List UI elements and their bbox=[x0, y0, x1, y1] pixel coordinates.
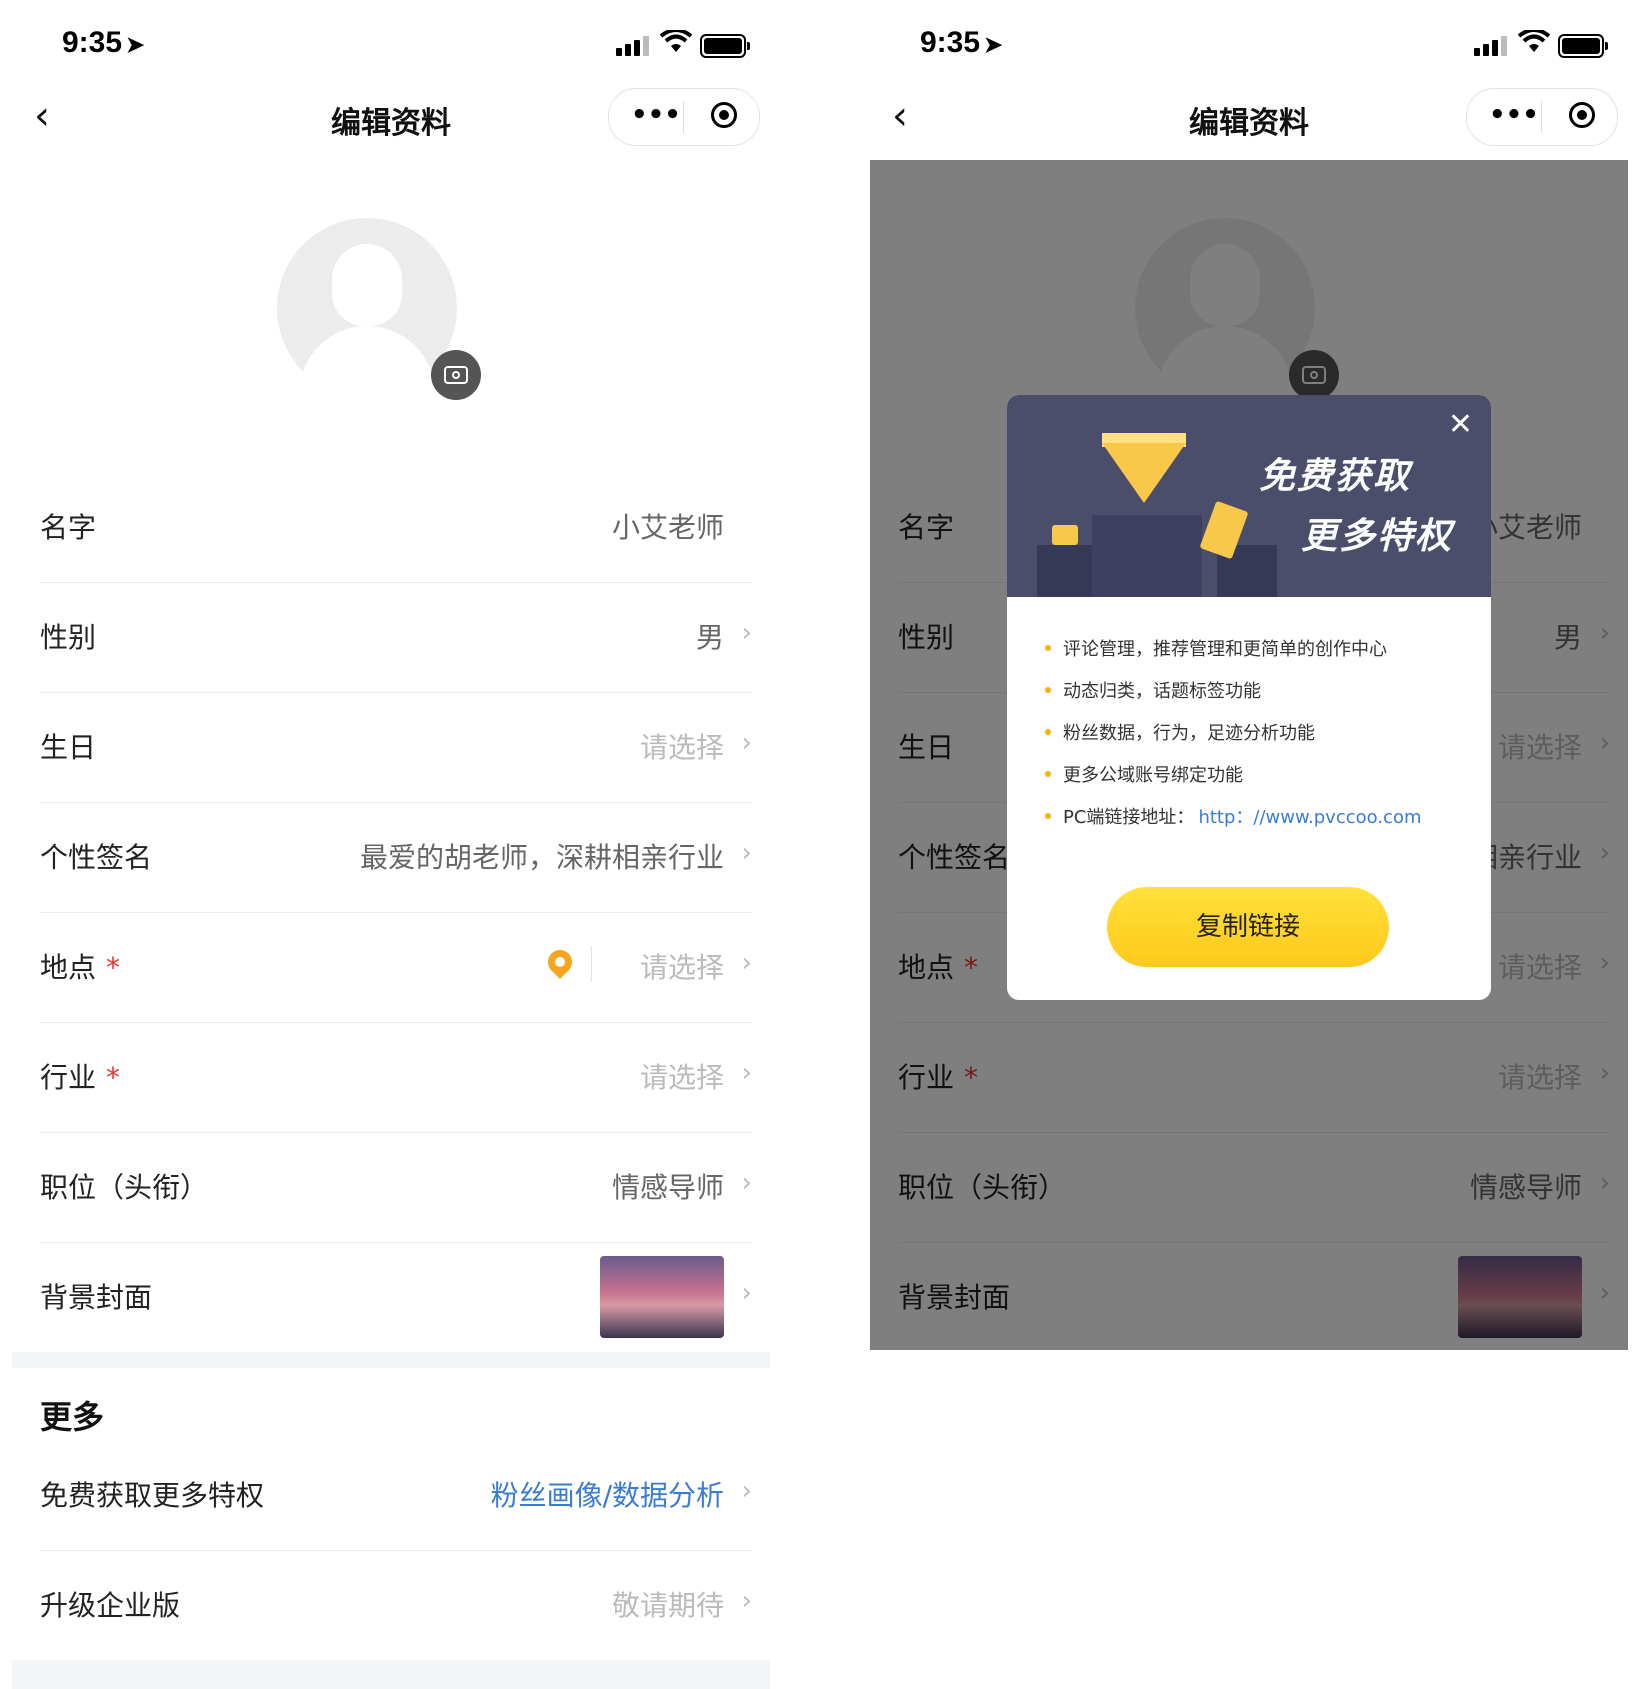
chevron-right-icon: › bbox=[741, 1168, 752, 1198]
section-divider bbox=[12, 1352, 770, 1368]
more-dots-icon[interactable]: ••• bbox=[631, 102, 681, 128]
battery-icon bbox=[700, 34, 750, 58]
chevron-right-icon: › bbox=[741, 728, 752, 758]
mini-program-capsule: ••• bbox=[608, 88, 760, 146]
row-value: 男 bbox=[695, 621, 724, 654]
privilege-modal: 免费获取 更多特权 ✕ 评论管理，推荐管理和更简单的创作中心 动态归类，话题标签… bbox=[1007, 395, 1491, 1000]
row-value: 最爱的胡老师，深耕相亲行业 bbox=[359, 841, 724, 874]
row-signature[interactable]: 个性签名 最爱的胡老师，深耕相亲行业 › bbox=[40, 802, 752, 913]
copy-link-button[interactable]: 复制链接 bbox=[1107, 887, 1389, 967]
row-label: 升级企业版 bbox=[40, 1589, 181, 1622]
signal-icon bbox=[616, 34, 650, 56]
list-item-pc-url: PC端链接地址： http：//www.pvccoo.com bbox=[1045, 803, 1465, 845]
more-dots-icon[interactable]: ••• bbox=[1489, 102, 1539, 128]
chevron-right-icon: › bbox=[741, 1476, 752, 1506]
edit-profile-screen-with-modal: 9:35➤ ‹ 编辑资料 ••• 名字 小艾老师 性别 男 › 生日 请选择 ›… bbox=[870, 0, 1628, 1689]
chevron-right-icon: › bbox=[741, 838, 752, 868]
location-arrow-icon: ➤ bbox=[126, 32, 145, 57]
required-mark: * bbox=[106, 1061, 121, 1094]
feature-list: 评论管理，推荐管理和更简单的创作中心 动态归类，话题标签功能 粉丝数据，行为，足… bbox=[1045, 635, 1465, 845]
close-icon[interactable]: ✕ bbox=[1448, 407, 1473, 442]
camera-icon bbox=[444, 366, 468, 384]
navbar: ‹ 编辑资料 ••• bbox=[870, 84, 1628, 148]
row-cover[interactable]: 背景封面 › bbox=[40, 1242, 752, 1352]
row-value-link[interactable]: 粉丝画像/数据分析 bbox=[491, 1474, 724, 1514]
section-title-more: 更多 bbox=[40, 1398, 105, 1436]
target-icon[interactable] bbox=[1569, 102, 1595, 128]
row-value: 请选择 bbox=[639, 1061, 724, 1094]
location-pin-icon[interactable] bbox=[543, 945, 577, 979]
required-mark: * bbox=[106, 951, 121, 984]
row-label: 背景封面 bbox=[40, 1281, 153, 1314]
row-gender[interactable]: 性别 男 › bbox=[40, 582, 752, 693]
row-value: 小艾老师 bbox=[611, 511, 724, 544]
modal-headline: 免费获取 bbox=[1258, 456, 1411, 497]
cover-thumbnail[interactable] bbox=[600, 1256, 724, 1338]
wifi-icon bbox=[1518, 30, 1550, 52]
list-item: 评论管理，推荐管理和更简单的创作中心 bbox=[1045, 635, 1465, 677]
divider bbox=[591, 946, 592, 982]
row-value: 请选择 bbox=[639, 731, 724, 764]
wifi-icon bbox=[660, 30, 692, 52]
list-item: 更多公域账号绑定功能 bbox=[1045, 761, 1465, 803]
chevron-right-icon: › bbox=[741, 618, 752, 648]
chevron-right-icon: › bbox=[741, 948, 752, 978]
crown-icon bbox=[1052, 525, 1078, 545]
row-enterprise[interactable]: 升级企业版 敬请期待 › bbox=[40, 1550, 752, 1660]
mini-program-capsule: ••• bbox=[1466, 88, 1618, 146]
edit-profile-screen: 9:35 ➤ ‹ 编辑资料 ••• 名字 小艾老师 性别 男 › 生日 请选择 ›… bbox=[12, 0, 770, 1689]
status-bar: 9:35 ➤ bbox=[12, 0, 770, 90]
avatar[interactable] bbox=[277, 218, 457, 398]
status-bar: 9:35 ➤ bbox=[870, 0, 1628, 90]
row-label: 个性签名 bbox=[40, 841, 153, 874]
row-value: 情感导师 bbox=[611, 1171, 724, 1204]
battery-icon bbox=[1558, 34, 1608, 58]
bottom-band bbox=[12, 1660, 770, 1689]
row-label: 职位（头衔） bbox=[40, 1171, 209, 1204]
row-label: 行业* bbox=[40, 1061, 121, 1094]
list-item: 动态归类，话题标签功能 bbox=[1045, 677, 1465, 719]
navbar: ‹ 编辑资料 ••• bbox=[12, 84, 770, 148]
list-item: 粉丝数据，行为，足迹分析功能 bbox=[1045, 719, 1465, 761]
capsule-divider bbox=[683, 101, 684, 133]
modal-subheadline: 更多特权 bbox=[1300, 516, 1453, 557]
camera-button[interactable] bbox=[431, 350, 481, 400]
row-title[interactable]: 职位（头衔） 情感导师 › bbox=[40, 1132, 752, 1243]
row-label: 性别 bbox=[40, 621, 97, 654]
row-label: 地点* bbox=[40, 951, 121, 984]
row-value: 敬请期待 bbox=[611, 1589, 724, 1622]
row-industry[interactable]: 行业 * 请选择 › bbox=[40, 1022, 752, 1133]
row-label: 免费获取更多特权 bbox=[40, 1479, 265, 1512]
row-location[interactable]: 地点 * 请选择 › bbox=[40, 912, 752, 1023]
capsule-divider bbox=[1541, 101, 1542, 133]
row-label: 名字 bbox=[40, 511, 97, 544]
target-icon[interactable] bbox=[711, 102, 737, 128]
pc-url-link[interactable]: http：//www.pvccoo.com bbox=[1198, 807, 1421, 828]
row-name[interactable]: 名字 小艾老师 bbox=[40, 472, 752, 583]
status-time: 9:35 ➤ bbox=[920, 26, 1003, 59]
row-label: 生日 bbox=[40, 731, 97, 764]
chevron-right-icon: › bbox=[741, 1058, 752, 1088]
row-privileges[interactable]: 免费获取更多特权 粉丝画像/数据分析 › bbox=[40, 1440, 752, 1551]
chevron-right-icon: › bbox=[741, 1278, 752, 1308]
signal-icon bbox=[1474, 34, 1508, 56]
chevron-right-icon: › bbox=[741, 1586, 752, 1616]
pc-url-label: PC端链接地址： bbox=[1063, 807, 1195, 828]
modal-banner: 免费获取 更多特权 ✕ bbox=[1007, 395, 1491, 597]
row-value: 请选择 bbox=[639, 951, 724, 984]
row-birthday[interactable]: 生日 请选择 › bbox=[40, 692, 752, 803]
location-arrow-icon: ➤ bbox=[984, 32, 1003, 57]
status-time: 9:35 ➤ bbox=[62, 26, 145, 59]
